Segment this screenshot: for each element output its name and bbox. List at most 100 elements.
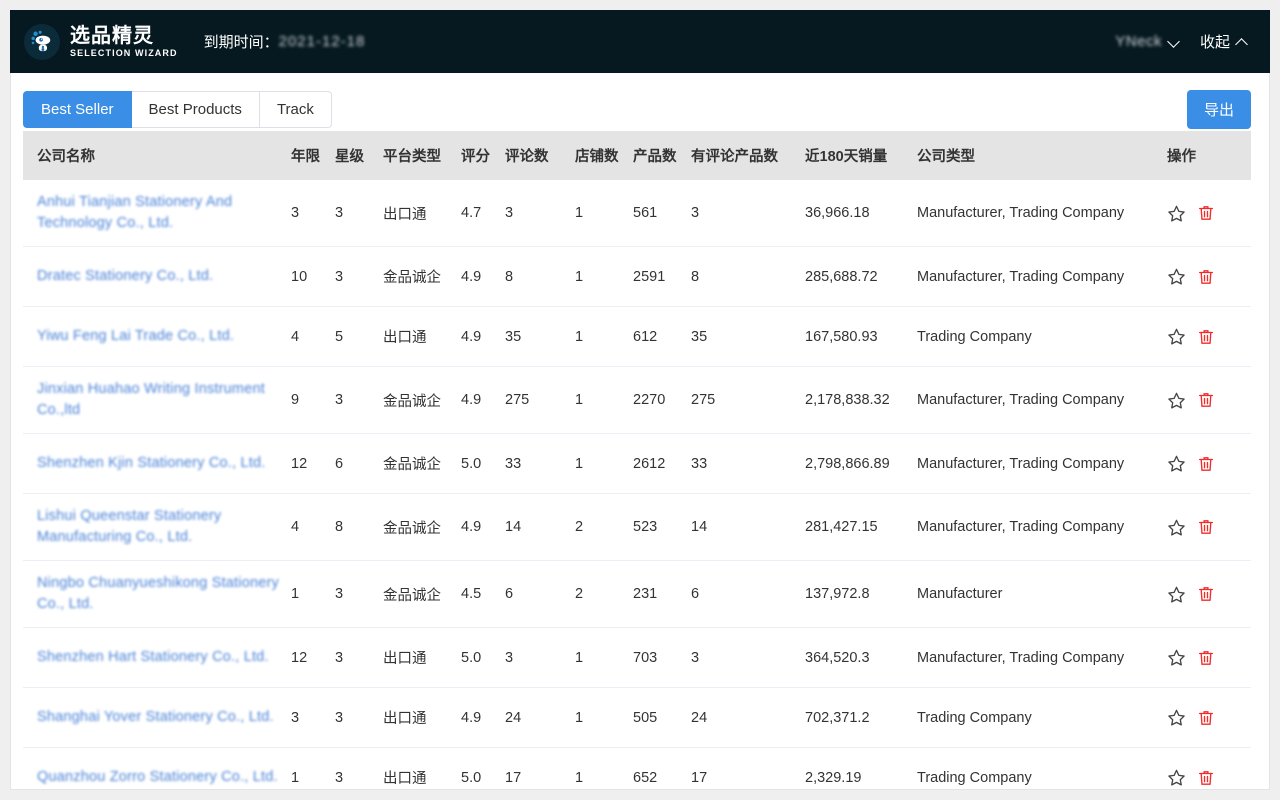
cell-shops: 1 [575,747,633,800]
company-link[interactable]: Ningbo Chuanyueshikong Stationery Co., L… [37,573,291,615]
cell-years: 9 [291,366,335,434]
trash-icon[interactable] [1197,518,1215,536]
chevron-up-icon [1237,36,1248,47]
trash-icon[interactable] [1197,455,1215,473]
export-button[interactable]: 导出 [1186,89,1251,129]
company-name-cell: Anhui Tianjian Stationery And Technology… [23,180,291,247]
cell-reviews: 3 [505,180,575,247]
cell-reviewed-products: 8 [691,246,805,307]
cell-stars: 6 [335,433,383,494]
star-icon[interactable] [1167,454,1186,473]
tab-best-products[interactable]: Best Products [131,90,260,128]
table-row: Quanzhou Zorro Stationery Co., Ltd. 1 3 出口通… [23,747,1251,800]
star-icon[interactable] [1167,518,1186,537]
cell-score: 5.0 [461,747,505,800]
tab-track[interactable]: Track [259,90,332,128]
star-icon[interactable] [1167,648,1186,667]
cell-platform: 金品诚企 [383,433,461,494]
cell-company-type: Trading Company [917,306,1167,367]
chevron-down-icon [1169,36,1180,47]
cell-sales-180d: 2,178,838.32 [805,366,917,434]
cell-reviewed-products: 3 [691,180,805,247]
cell-score: 5.0 [461,627,505,688]
cell-products: 2270 [633,366,691,434]
cell-platform: 金品诚企 [383,246,461,307]
table-row: Anhui Tianjian Stationery And Technology… [23,180,1251,247]
company-link[interactable]: Anhui Tianjian Stationery And Technology… [37,192,291,234]
cell-products: 2612 [633,433,691,494]
company-name-cell: Quanzhou Zorro Stationery Co., Ltd. [23,747,291,800]
cell-platform: 出口通 [383,687,461,748]
company-name-cell: Shanghai Yover Stationery Co., Ltd. [23,687,291,748]
trash-icon[interactable] [1197,328,1215,346]
cell-sales-180d: 702,371.2 [805,687,917,748]
star-icon[interactable] [1167,267,1186,286]
cell-company-type: Manufacturer, Trading Company [917,246,1167,307]
cell-products: 523 [633,493,691,561]
company-link[interactable]: Lishui Queenstar Stationery Manufacturin… [37,506,291,548]
company-link[interactable]: Jinxian Huahao Writing Instrument Co.,lt… [37,379,291,421]
cell-shops: 1 [575,687,633,748]
tab-best-seller[interactable]: Best Seller [23,90,132,128]
cell-shops: 1 [575,433,633,494]
cell-stars: 3 [335,687,383,748]
star-icon[interactable] [1167,327,1186,346]
company-name-cell: Shenzhen Hart Stationery Co., Ltd. [23,627,291,688]
column-header: 公司名称 [23,131,291,180]
company-link[interactable]: Yiwu Feng Lai Trade Co., Ltd. [37,326,291,347]
user-menu[interactable]: YNeck [1115,33,1180,50]
cell-reviews: 33 [505,433,575,494]
star-icon[interactable] [1167,585,1186,604]
brand-title: 选品精灵 [70,24,154,47]
company-link[interactable]: Dratec Stationery Co., Ltd. [37,266,291,287]
actions-cell [1167,180,1251,247]
trash-icon[interactable] [1197,649,1215,667]
column-header: 近180天销量 [805,131,917,180]
cell-platform: 出口通 [383,180,461,247]
company-link[interactable]: Shenzhen Hart Stationery Co., Ltd. [37,647,291,668]
table-row: Ningbo Chuanyueshikong Stationery Co., L… [23,560,1251,628]
trash-icon[interactable] [1197,268,1215,286]
robot-mascot-icon [24,23,60,60]
trash-icon[interactable] [1197,709,1215,727]
trash-icon[interactable] [1197,391,1215,409]
table-row: Dratec Stationery Co., Ltd. 10 3 金品诚企 4.9 8 1 2… [23,246,1251,307]
cell-sales-180d: 36,966.18 [805,180,917,247]
cell-reviewed-products: 3 [691,627,805,688]
cell-products: 2591 [633,246,691,307]
table-container: 公司名称 年限 星级 平台类型 评分 评论数 店铺数 产品数 有评论产品数 近180天销量 公司类型… [11,131,1269,800]
company-link[interactable]: Shanghai Yover Stationery Co., Ltd. [37,707,291,728]
cell-products: 561 [633,180,691,247]
star-icon[interactable] [1167,204,1186,223]
table-body: Anhui Tianjian Stationery And Technology… [23,180,1251,800]
cell-reviews: 24 [505,687,575,748]
company-name-cell: Yiwu Feng Lai Trade Co., Ltd. [23,306,291,367]
star-icon[interactable] [1167,391,1186,410]
column-header: 公司类型 [917,131,1167,180]
table-row: Lishui Queenstar Stationery Manufacturin… [23,493,1251,561]
star-icon[interactable] [1167,768,1186,787]
star-icon[interactable] [1167,708,1186,727]
cell-reviews: 275 [505,366,575,434]
cell-company-type: Trading Company [917,747,1167,800]
collapse-button[interactable]: 收起 [1200,31,1248,52]
company-name-cell: Shenzhen Kjin Stationery Co., Ltd. [23,433,291,494]
cell-stars: 8 [335,493,383,561]
company-link[interactable]: Shenzhen Kjin Stationery Co., Ltd. [37,453,291,474]
cell-score: 5.0 [461,433,505,494]
cell-stars: 3 [335,747,383,800]
cell-shops: 2 [575,493,633,561]
trash-icon[interactable] [1197,204,1215,222]
cell-platform: 金品诚企 [383,493,461,561]
cell-shops: 1 [575,180,633,247]
table-row: Shanghai Yover Stationery Co., Ltd. 3 3 出口通… [23,687,1251,748]
trash-icon[interactable] [1197,585,1215,603]
actions-cell [1167,560,1251,628]
cell-score: 4.9 [461,687,505,748]
trash-icon[interactable] [1197,769,1215,787]
company-link[interactable]: Quanzhou Zorro Stationery Co., Ltd. [37,767,291,788]
cell-shops: 1 [575,246,633,307]
cell-platform: 出口通 [383,747,461,800]
cell-sales-180d: 281,427.15 [805,493,917,561]
column-header: 星级 [335,131,383,180]
